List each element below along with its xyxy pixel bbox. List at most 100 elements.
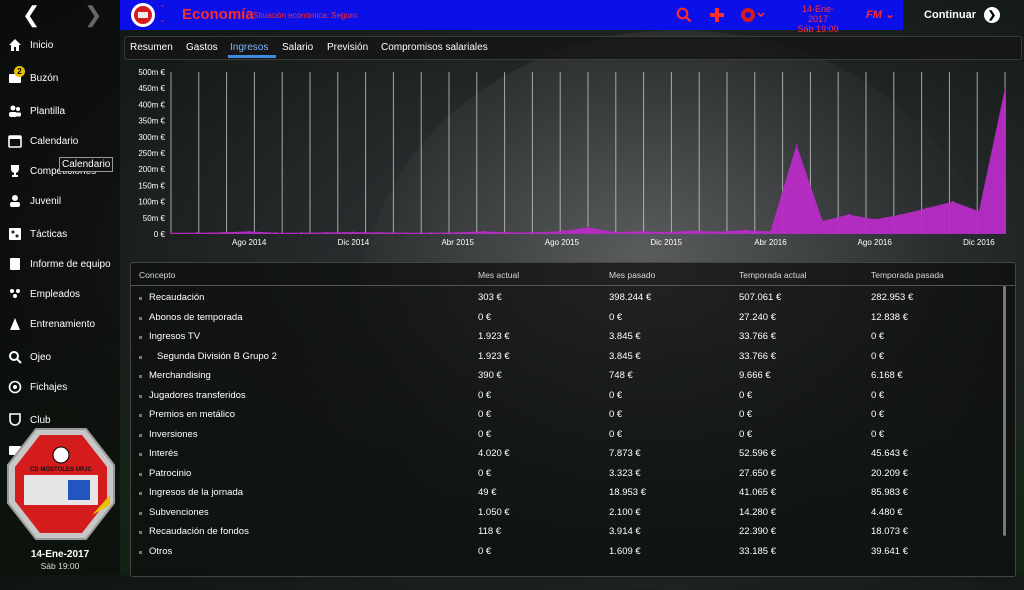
manager-menu-icon[interactable]	[740, 7, 766, 23]
chart-point	[821, 220, 824, 222]
sidebar-item-inicio[interactable]: Inicio	[0, 32, 120, 58]
column-header-temporada-actual[interactable]: Temporada actual	[739, 270, 807, 280]
row-value: 398.244 €	[609, 292, 652, 303]
chart-point	[248, 230, 250, 233]
row-value: 0 €	[478, 311, 492, 323]
row-value: 0 €	[478, 428, 492, 440]
chart-point	[196, 231, 198, 234]
table-row[interactable]: Interés 4.020 € 7.873 € 52.596 € 45.643 €	[131, 444, 1001, 463]
sidebar-item-label: Informe de equipo	[30, 258, 111, 270]
fm-menu-button[interactable]: FM ⌄	[866, 8, 894, 21]
row-value: 9.666 €	[739, 370, 771, 381]
column-header-mes-pasado[interactable]: Mes pasado	[609, 270, 655, 280]
row-label: Jugadores transferidos	[149, 389, 246, 401]
table-row[interactable]: Merchandising 390 € 748 € 9.666 € 6.168 €	[131, 366, 1001, 385]
forward-button[interactable]: ❯	[84, 4, 102, 26]
row-label: Recaudación de fondos	[149, 526, 249, 537]
sidebar-item-plantilla[interactable]: Plantilla	[0, 98, 120, 124]
row-marker	[139, 316, 142, 320]
sidebar-item-label: Calendario	[30, 135, 79, 147]
tab-salario[interactable]: Salario	[282, 42, 313, 53]
sidebar-time: Sáb 19:00	[40, 561, 80, 571]
table-row[interactable]: Jugadores transferidos 0 € 0 € 0 € 0 €	[131, 386, 1001, 405]
sidebar-item-entrenamiento[interactable]: Entrenamiento	[0, 311, 120, 337]
x-tick-label: Ago 2016	[858, 238, 893, 247]
x-tick-label: Abr 2015	[441, 238, 474, 247]
table-row[interactable]: Subvenciones 1.050 € 2.100 € 14.280 € 4.480 …	[131, 503, 1001, 522]
row-value: 6.168 €	[871, 370, 903, 381]
sidebar-item-label: Fichajes	[30, 381, 68, 393]
table-row[interactable]: Otros 0 € 1.609 € 33.185 € 39.641 €	[131, 542, 1001, 561]
row-label: Interés	[149, 448, 179, 459]
row-value: 0 €	[871, 350, 885, 362]
tab-prevision[interactable]: Previsión	[327, 42, 368, 53]
chart-point	[926, 207, 928, 209]
report-icon	[8, 257, 22, 271]
tab-gastos[interactable]: Gastos	[186, 42, 218, 53]
row-label: Otros	[149, 545, 173, 557]
sidebar-item-empleados[interactable]: Empleados	[0, 281, 120, 307]
continue-button[interactable]: Continuar ❯	[904, 0, 1024, 30]
back-button[interactable]: ❮	[22, 4, 40, 26]
medical-cross-icon[interactable]	[709, 7, 725, 23]
sidebar-item-ojeo[interactable]: Ojeo	[0, 344, 120, 370]
row-value: 0 €	[609, 409, 623, 420]
game-date: 14-Ene-2017 Sáb 19:00	[792, 4, 844, 34]
game-time-text: Sáb 19:00	[797, 24, 839, 34]
row-marker	[139, 492, 142, 495]
scrollbar[interactable]	[1003, 286, 1006, 536]
chart-point	[847, 213, 850, 216]
chart-point	[873, 218, 876, 221]
chart-point	[326, 231, 329, 234]
club-switcher-icon[interactable]: ⌃ ⌄	[159, 3, 166, 25]
tab-resumen[interactable]: Resumen	[130, 42, 173, 53]
table-row[interactable]: Premios en metálico 0 € 0 € 0 € 0 €	[131, 405, 1001, 424]
table-row[interactable]: Segunda División B Grupo 2 1.923 € 3.845 €…	[131, 347, 1001, 366]
row-value: 18.073 €	[871, 526, 908, 537]
club-crest-icon[interactable]	[130, 2, 156, 28]
table-row[interactable]: Ingresos TV 1.923 € 3.845 € 33.766 € 0 €	[131, 327, 1001, 346]
tab-compromisos-salariales[interactable]: Compromisos salariales	[381, 42, 488, 53]
table-row[interactable]: Inversiones 0 € 0 € 0 € 0 €	[131, 425, 1001, 444]
y-tick-label: 50m €	[143, 214, 166, 223]
table-row[interactable]: Abonos de temporada 0 € 0 € 27.240 € 12.838 …	[131, 308, 1001, 327]
sidebar-item-calendario[interactable]: Calendario	[0, 128, 120, 154]
tab-ingresos[interactable]: Ingresos	[230, 42, 268, 53]
sidebar-item-informe-de-equipo[interactable]: Informe de equipo	[0, 251, 120, 277]
club-crest-badge[interactable]: CD MÓSTOLES URJC	[6, 425, 116, 543]
y-tick-label: 250m €	[138, 149, 165, 158]
row-value: 0 €	[871, 409, 885, 420]
row-marker	[139, 297, 142, 300]
arrow-right-icon: ❯	[984, 7, 1000, 23]
row-value: 0 €	[609, 428, 623, 440]
row-value: 0 €	[478, 389, 492, 401]
row-value: 303 €	[478, 292, 502, 303]
sidebar-item-label: Tácticas	[30, 228, 68, 240]
sidebar-item-fichajes[interactable]: Fichajes	[0, 374, 120, 400]
row-label: Subvenciones	[149, 506, 209, 518]
y-tick-label: 350m €	[138, 117, 165, 126]
search-icon[interactable]	[676, 7, 692, 23]
row-value: 45.643 €	[871, 448, 908, 459]
row-value: 1.050 €	[478, 506, 510, 518]
row-value: 20.209 €	[871, 467, 908, 479]
row-value: 33.766 €	[739, 331, 776, 342]
table-row[interactable]: Recaudación de fondos 118 € 3.914 € 22.390 …	[131, 522, 1001, 541]
chart-point	[535, 231, 537, 234]
column-header-concepto[interactable]: Concepto	[139, 270, 175, 280]
table-row[interactable]: Ingresos de la jornada 49 € 18.953 € 41.065…	[131, 483, 1001, 502]
table-row[interactable]: Recaudación 303 € 398.244 € 507.061 € 282.95…	[131, 288, 1001, 307]
sidebar-item-buzon[interactable]: 2 Buzón	[0, 65, 120, 91]
sidebar-item-juvenil[interactable]: Juvenil	[0, 188, 120, 214]
game-date-text: 14-Ene-2017	[801, 4, 835, 24]
column-header-mes-actual[interactable]: Mes actual	[478, 270, 519, 280]
page-title: Economía	[182, 6, 254, 23]
sidebar-item-label: Empleados	[30, 288, 81, 300]
column-header-temporada-pasada[interactable]: Temporada pasada	[871, 270, 944, 280]
sidebar-item-label: Juvenil	[30, 195, 62, 207]
row-value: 18.953 €	[609, 487, 646, 498]
sidebar-item-tacticas[interactable]: Tácticas	[0, 221, 120, 247]
table-row[interactable]: Patrocinio 0 € 3.323 € 27.650 € 20.209 €	[131, 464, 1001, 483]
row-value: 12.838 €	[871, 311, 908, 323]
row-value: 0 €	[609, 389, 623, 401]
